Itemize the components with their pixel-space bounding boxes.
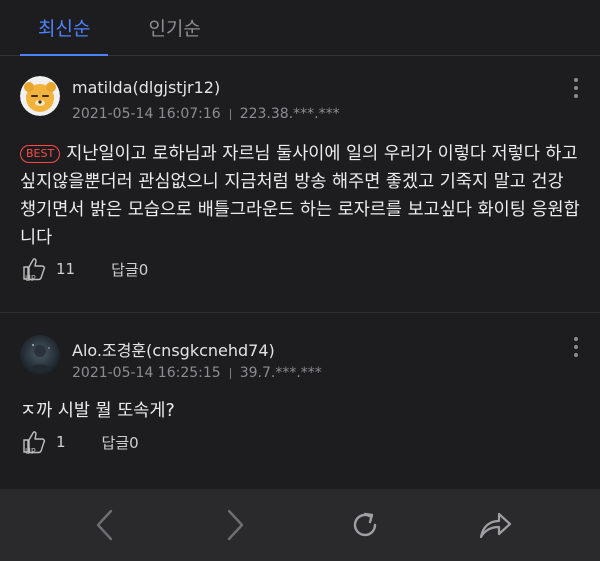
browser-toolbar — [0, 489, 600, 561]
meta-divider — [229, 108, 231, 120]
tab-popular[interactable]: 인기순 — [130, 14, 218, 55]
like-button[interactable]: UP 11 — [20, 256, 75, 282]
comment-actions: UP 11 답글0 — [20, 256, 148, 282]
character-avatar-icon[interactable] — [20, 76, 60, 116]
best-badge: BEST — [20, 145, 61, 163]
more-options-icon[interactable] — [572, 337, 580, 357]
comment-nickname[interactable]: Alo.조경훈(cnsgkcnehd74) — [72, 337, 275, 361]
meta-divider — [229, 367, 231, 379]
comment-text: BEST 지난일이고 로하님과 자르님 둘사이에 일의 우리가 이렇다 저렇다 하… — [20, 140, 580, 252]
like-count: 11 — [56, 260, 76, 278]
tab-latest[interactable]: 최신순 — [20, 14, 109, 56]
comment-date: 2021-05-14 16:25:15 — [72, 365, 221, 381]
comment-text: ㅈ까 시발 뭘 또속게? — [20, 397, 580, 425]
comment-nickname[interactable]: matilda(dlgjstjr12) — [72, 78, 220, 97]
photo-avatar-icon[interactable] — [20, 335, 60, 375]
comment-body: ㅈ까 시발 뭘 또속게? — [20, 401, 175, 421]
back-icon[interactable] — [85, 505, 125, 545]
thumbs-up-icon: UP — [23, 431, 46, 455]
comment-item: Alo.조경훈(cnsgkcnehd74) 2021-05-14 16:25:1… — [0, 312, 600, 473]
refresh-icon[interactable] — [345, 505, 385, 545]
thumbs-up-icon: UP — [23, 258, 46, 282]
svg-text:UP: UP — [25, 274, 36, 282]
like-button[interactable]: UP 1 — [20, 429, 66, 455]
forward-icon[interactable] — [215, 505, 255, 545]
comment-meta: 2021-05-14 16:25:15 39.7.***.*** — [72, 365, 322, 381]
comment-meta: 2021-05-14 16:07:16 223.38.***.*** — [72, 106, 340, 122]
share-icon[interactable] — [475, 505, 515, 545]
like-count: 1 — [56, 433, 66, 451]
more-options-icon[interactable] — [572, 78, 580, 98]
comment-ip: 39.7.***.*** — [239, 365, 322, 381]
reply-button[interactable]: 답글0 — [102, 432, 139, 453]
comment-body: 지난일이고 로하님과 자르님 둘사이에 일의 우리가 이렇다 저렇다 하고싶지않… — [20, 144, 580, 248]
comment-ip: 223.38.***.*** — [239, 106, 340, 122]
comment-date: 2021-05-14 16:07:16 — [72, 106, 221, 122]
reply-button[interactable]: 답글0 — [111, 259, 148, 280]
comment-actions: UP 1 답글0 — [20, 429, 139, 455]
comment-item: matilda(dlgjstjr12) 2021-05-14 16:07:16 2… — [0, 56, 600, 312]
sort-tabs: 최신순 인기순 — [0, 0, 600, 56]
svg-text:UP: UP — [25, 447, 36, 455]
